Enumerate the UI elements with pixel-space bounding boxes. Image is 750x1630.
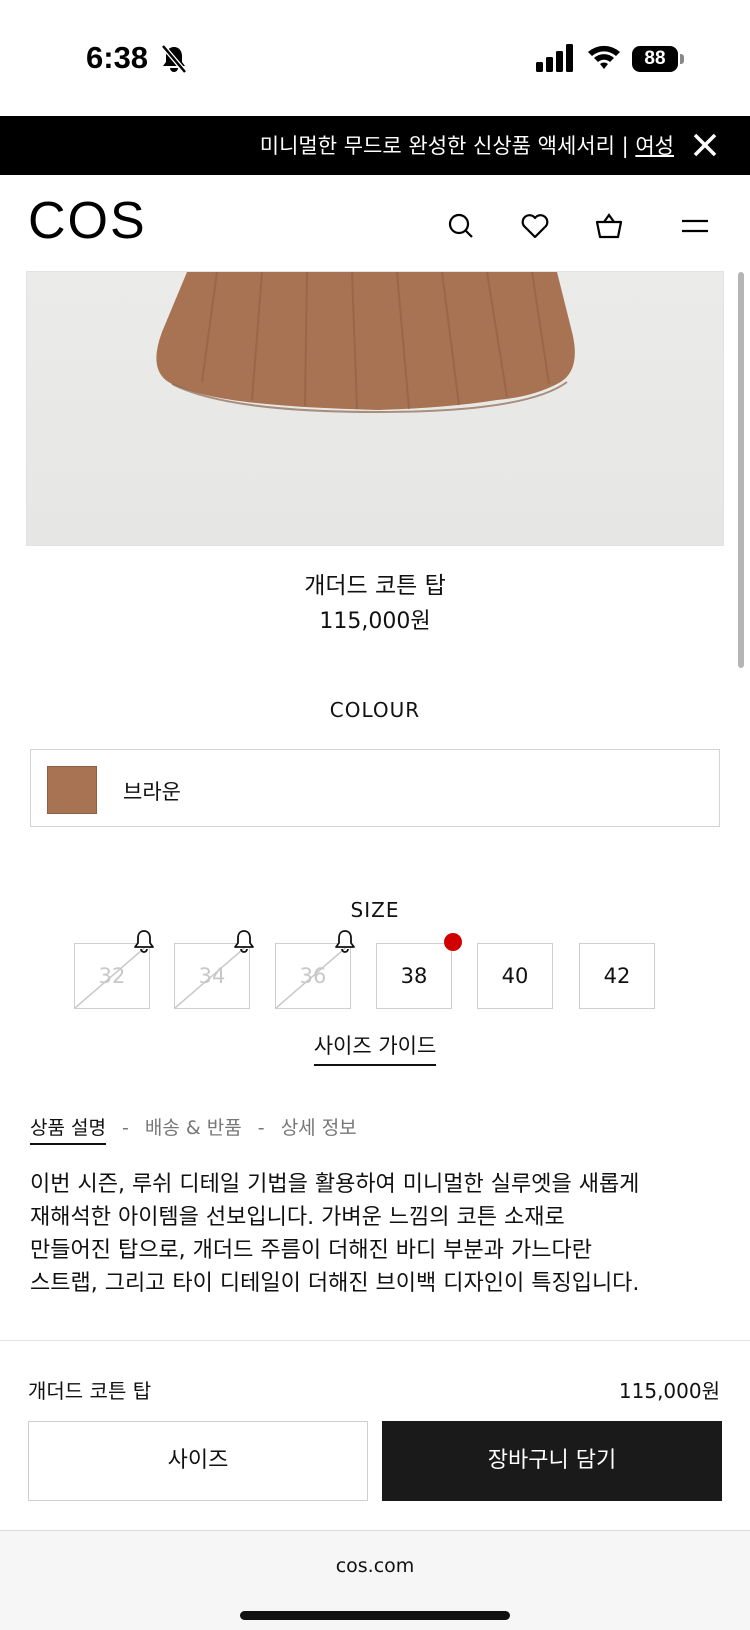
size-value: 42 (603, 964, 631, 988)
shopping-bag-icon[interactable] (594, 211, 624, 241)
size-option-38[interactable]: 38 (376, 943, 452, 1009)
info-tabs: 상품 설명 - 배송 & 반품 - 상세 정보 (30, 1113, 357, 1145)
size-option-40[interactable]: 40 (477, 943, 553, 1009)
description-line: 스트랩, 그리고 타이 디테일이 더해진 브이백 디자인이 특징입니다. (30, 1271, 640, 1296)
low-stock-dot (444, 933, 462, 951)
browser-address-bar: cos.com (0, 1530, 750, 1630)
cellular-signal-icon (536, 44, 573, 72)
close-icon[interactable] (688, 128, 722, 162)
bell-icon[interactable] (132, 928, 156, 954)
colour-label: COLOUR (329, 698, 421, 722)
description-line: 재해석한 아이템을 선보입니다. 가벼운 느낌의 코튼 소재로 (30, 1205, 565, 1230)
description-line: 만들어진 탑으로, 개더드 주름이 더해진 바디 부분과 가느다란 (30, 1238, 592, 1263)
size-guide-label: 사이즈 가이드 (313, 1034, 437, 1066)
bell-icon[interactable] (232, 928, 256, 954)
search-icon[interactable] (446, 211, 476, 241)
tab-separator: - (122, 1117, 129, 1139)
heart-icon[interactable] (520, 211, 550, 241)
size-guide-link[interactable]: 사이즈 가이드 (0, 1030, 750, 1066)
promo-text: 미니멀한 무드로 완성한 신상품 액세서리 | 여성 (260, 130, 674, 160)
battery-icon: 88 (632, 46, 684, 74)
size-option-42[interactable]: 42 (579, 943, 655, 1009)
site-header: COS (0, 175, 750, 271)
promo-banner: 미니멀한 무드로 완성한 신상품 액세서리 | 여성 (0, 116, 750, 175)
bell-icon[interactable] (333, 928, 357, 954)
promo-link[interactable]: 여성 (635, 134, 674, 158)
sticky-product-price: 115,000원 (618, 1379, 720, 1403)
product-description: 이번 시즌, 루쉬 디테일 기법을 활용하여 미니멀한 실루엣을 새롭게 재해석… (30, 1168, 730, 1300)
sticky-purchase-bar: 개더드 코튼 탑 115,000원 사이즈 장바구니 담기 (0, 1340, 750, 1530)
add-to-cart-button[interactable]: 장바구니 담기 (382, 1421, 722, 1501)
product-image[interactable] (26, 271, 724, 546)
url-text[interactable]: cos.com (0, 1555, 750, 1577)
battery-level: 88 (632, 46, 678, 72)
size-label: SIZE (350, 898, 400, 922)
tab-shipping-returns[interactable]: 배송 & 반품 (145, 1117, 242, 1139)
product-photo (156, 272, 575, 414)
status-bar: 6:38 88 (0, 0, 750, 116)
promo-message: 미니멀한 무드로 완성한 신상품 액세서리 | (259, 134, 636, 158)
cos-logo[interactable]: COS (28, 191, 147, 251)
size-value: 38 (400, 964, 428, 988)
sticky-product-name: 개더드 코튼 탑 (28, 1379, 152, 1403)
product-name: 개더드 코튼 탑 (304, 573, 446, 599)
bell-off-icon (161, 44, 187, 74)
colour-name: 브라운 (123, 780, 181, 804)
status-time: 6:38 (86, 40, 149, 75)
size-button[interactable]: 사이즈 (28, 1421, 368, 1501)
colour-selector[interactable]: 브라운 (30, 749, 720, 827)
menu-icon[interactable] (680, 211, 710, 241)
tab-details[interactable]: 상세 정보 (281, 1117, 357, 1139)
wifi-icon (588, 45, 620, 69)
description-line: 이번 시즌, 루쉬 디테일 기법을 활용하여 미니멀한 실루엣을 새롭게 (30, 1172, 640, 1197)
product-price: 115,000원 (319, 609, 431, 634)
home-indicator[interactable] (240, 1611, 510, 1620)
tab-separator: - (257, 1117, 265, 1139)
tab-description[interactable]: 상품 설명 (30, 1117, 106, 1145)
colour-swatch (47, 766, 97, 814)
size-value: 40 (501, 964, 529, 988)
